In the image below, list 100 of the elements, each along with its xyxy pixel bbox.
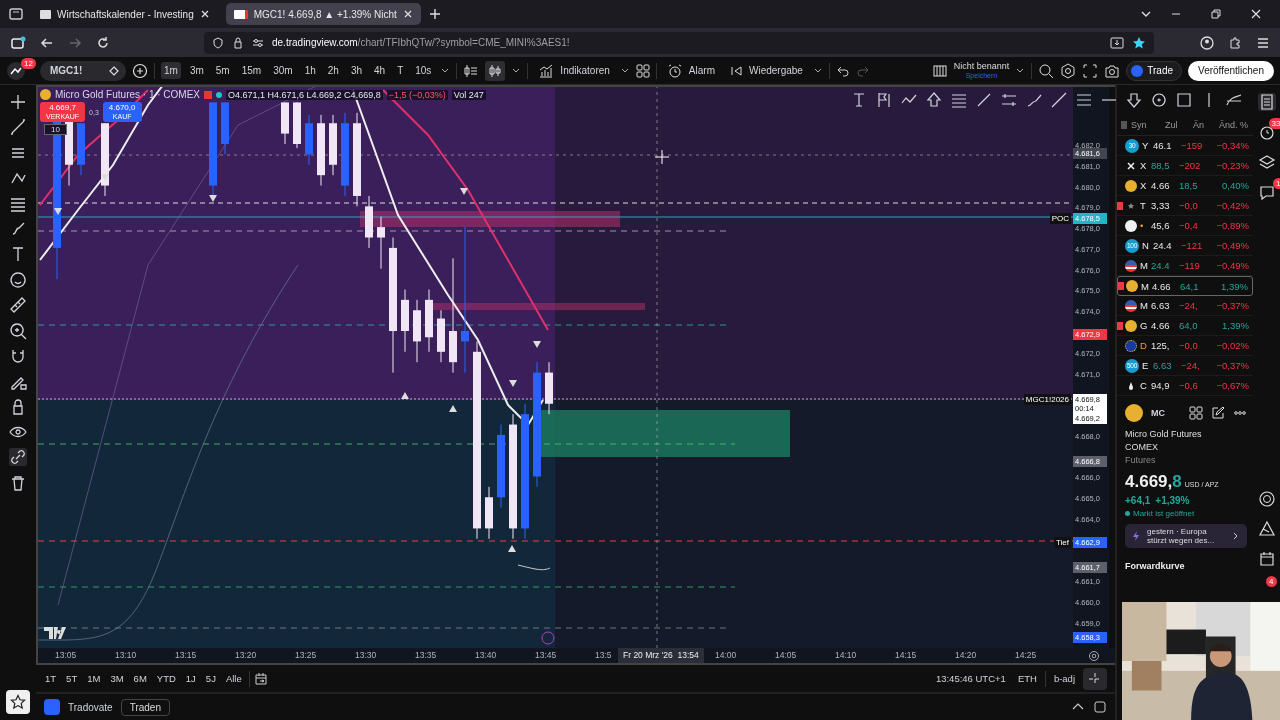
ruler-icon[interactable] bbox=[9, 296, 27, 315]
quantity-field[interactable]: 10 bbox=[44, 124, 67, 135]
interval-button[interactable]: T bbox=[394, 62, 407, 79]
range-button[interactable]: 1M bbox=[84, 671, 104, 686]
trend-line-icon[interactable] bbox=[975, 91, 993, 109]
replay-icon[interactable] bbox=[728, 63, 743, 78]
permissions-icon[interactable] bbox=[252, 36, 264, 49]
symbol-text[interactable]: MC bbox=[1151, 408, 1181, 418]
lines-icon[interactable] bbox=[950, 91, 968, 109]
session-button[interactable]: ETH bbox=[1013, 673, 1041, 684]
range-button[interactable]: 1J bbox=[182, 671, 199, 686]
quick-search-icon[interactable] bbox=[1038, 62, 1055, 79]
edit-icon[interactable] bbox=[1211, 406, 1225, 420]
adjustment-button[interactable]: b-adj bbox=[1049, 673, 1079, 684]
alarm-clock-icon[interactable] bbox=[666, 62, 683, 79]
calendar-icon[interactable] bbox=[253, 671, 268, 686]
trade-button[interactable]: Trade bbox=[1126, 60, 1182, 81]
supply-zone[interactable] bbox=[360, 211, 620, 227]
interval-button[interactable]: 2h bbox=[324, 62, 342, 79]
column-header[interactable]: Zul bbox=[1165, 120, 1193, 130]
trash-icon[interactable] bbox=[9, 473, 27, 492]
flag-pin-icon[interactable] bbox=[875, 91, 893, 109]
calendar-icon[interactable] bbox=[1257, 550, 1276, 568]
range-button[interactable]: 1T bbox=[42, 671, 60, 686]
close-icon[interactable] bbox=[1250, 8, 1262, 20]
watchlist-row[interactable]: C 94,9 −0,6 −0,67% bbox=[1117, 376, 1253, 396]
square-icon[interactable] bbox=[1175, 91, 1193, 109]
layout-icon[interactable] bbox=[931, 62, 948, 79]
chat-icon[interactable] bbox=[1257, 183, 1276, 201]
new-tab-icon[interactable] bbox=[428, 8, 441, 20]
tab-list-icon[interactable] bbox=[8, 6, 24, 22]
restore-icon[interactable] bbox=[1210, 8, 1222, 20]
close-icon[interactable] bbox=[402, 9, 413, 19]
arrow-up-icon[interactable] bbox=[925, 91, 943, 109]
watchlist-row[interactable]: M 4.66 64,1 1,39% bbox=[1117, 276, 1253, 296]
symbol-search-field[interactable]: MGC1! bbox=[40, 60, 126, 81]
symbol-title[interactable]: Micro Gold Futures · 1 · COMEX bbox=[55, 89, 201, 100]
news-card[interactable]: gestern · Europa stürzt wegen des... bbox=[1125, 524, 1247, 548]
menu-icon[interactable] bbox=[1256, 35, 1270, 50]
broker-logo-icon[interactable] bbox=[44, 699, 60, 715]
chart-icon[interactable] bbox=[538, 62, 555, 79]
range-button[interactable]: 3M bbox=[107, 671, 127, 686]
flag-icon[interactable] bbox=[1117, 321, 1123, 330]
layout-grid-icon[interactable] bbox=[635, 63, 650, 78]
crosshair-icon[interactable] bbox=[9, 93, 27, 111]
flag-icon[interactable] bbox=[204, 90, 213, 99]
range-icon[interactable] bbox=[1075, 91, 1093, 109]
watchlist-row[interactable]: M 24.4 −119 −0,49% bbox=[1117, 256, 1253, 276]
event-marker-icon[interactable] bbox=[541, 631, 555, 645]
fullscreen-icon[interactable] bbox=[1082, 62, 1099, 79]
column-header[interactable]: Änd. % bbox=[1219, 120, 1249, 130]
range-button[interactable]: 5J bbox=[202, 671, 219, 686]
workspace-icon[interactable] bbox=[10, 34, 26, 51]
layers-icon[interactable] bbox=[1257, 153, 1276, 171]
channel-icon[interactable] bbox=[1000, 91, 1018, 109]
browser-tab[interactable]: Wirtschaftskalender - Investing bbox=[32, 3, 218, 25]
range-button[interactable]: Alle bbox=[222, 671, 245, 686]
extensions-icon[interactable] bbox=[1228, 35, 1242, 50]
camera-icon[interactable] bbox=[1104, 62, 1121, 79]
layout-grid-icon[interactable] bbox=[1189, 406, 1203, 420]
watchlist-row[interactable]: X 4.66 18,5 0,40% bbox=[1117, 176, 1253, 196]
back-icon[interactable] bbox=[40, 35, 54, 50]
pyramid-icon[interactable] bbox=[1257, 520, 1276, 538]
interval-button[interactable]: 1m bbox=[161, 62, 181, 79]
watchlist-row[interactable]: • 45,6 −0,4 −0,89% bbox=[1117, 216, 1253, 236]
trade-panel-button[interactable]: Traden bbox=[120, 698, 170, 716]
settings-icon[interactable] bbox=[1060, 62, 1077, 79]
target-icon[interactable] bbox=[1257, 490, 1276, 508]
column-header[interactable]: Syn bbox=[1131, 120, 1165, 130]
zoom-icon[interactable] bbox=[9, 321, 27, 340]
bar-style-icon[interactable] bbox=[463, 62, 480, 79]
interval-button[interactable]: 5m bbox=[212, 62, 233, 79]
user-avatar-icon[interactable] bbox=[6, 60, 26, 81]
address-field[interactable]: de.tradingview.com/chart/TFIbhQTw/?symbol=CME_MINI%3AES1! bbox=[204, 31, 1154, 54]
shield-icon[interactable] bbox=[212, 36, 224, 49]
account-icon[interactable] bbox=[1200, 35, 1214, 50]
range-button[interactable]: 5T bbox=[63, 671, 81, 686]
watchlist-row[interactable]: D 125, −0,0 −0,02% bbox=[1117, 336, 1253, 356]
watchlist-row[interactable]: T 3,33 −0,0 −0,42% bbox=[1117, 196, 1253, 216]
install-icon[interactable] bbox=[1110, 35, 1124, 50]
ray-icon[interactable] bbox=[1050, 91, 1068, 109]
arrow-down-icon[interactable] bbox=[1125, 91, 1143, 109]
browser-tab[interactable]: MGC1! 4.669,8 ▲ +1.39% Nicht bbox=[225, 3, 421, 25]
column-header[interactable]: Än bbox=[1193, 120, 1219, 130]
publish-button[interactable]: Veröffentlichen bbox=[1188, 60, 1274, 81]
interval-button[interactable]: 15m bbox=[238, 62, 265, 79]
crosshair-icon[interactable] bbox=[1083, 667, 1107, 690]
range-button[interactable]: 6M bbox=[130, 671, 150, 686]
replay-button[interactable]: Wiedergabe bbox=[724, 63, 807, 78]
watchlist-row[interactable]: M 6.63 −24, −0,37% bbox=[1117, 296, 1253, 316]
reload-icon[interactable] bbox=[96, 35, 110, 50]
link-icon[interactable] bbox=[9, 448, 27, 467]
range-button[interactable]: YTD bbox=[153, 671, 179, 686]
interval-button[interactable]: 3m bbox=[186, 62, 207, 79]
flag-icon[interactable] bbox=[1117, 201, 1123, 210]
settings-icon[interactable] bbox=[1088, 649, 1100, 662]
clock-time[interactable]: 13:45:46 UTC+1 bbox=[931, 673, 1010, 684]
lock-icon[interactable] bbox=[232, 36, 244, 49]
tradingview-logo-icon[interactable] bbox=[44, 627, 66, 639]
add-symbol-icon[interactable] bbox=[132, 62, 148, 79]
